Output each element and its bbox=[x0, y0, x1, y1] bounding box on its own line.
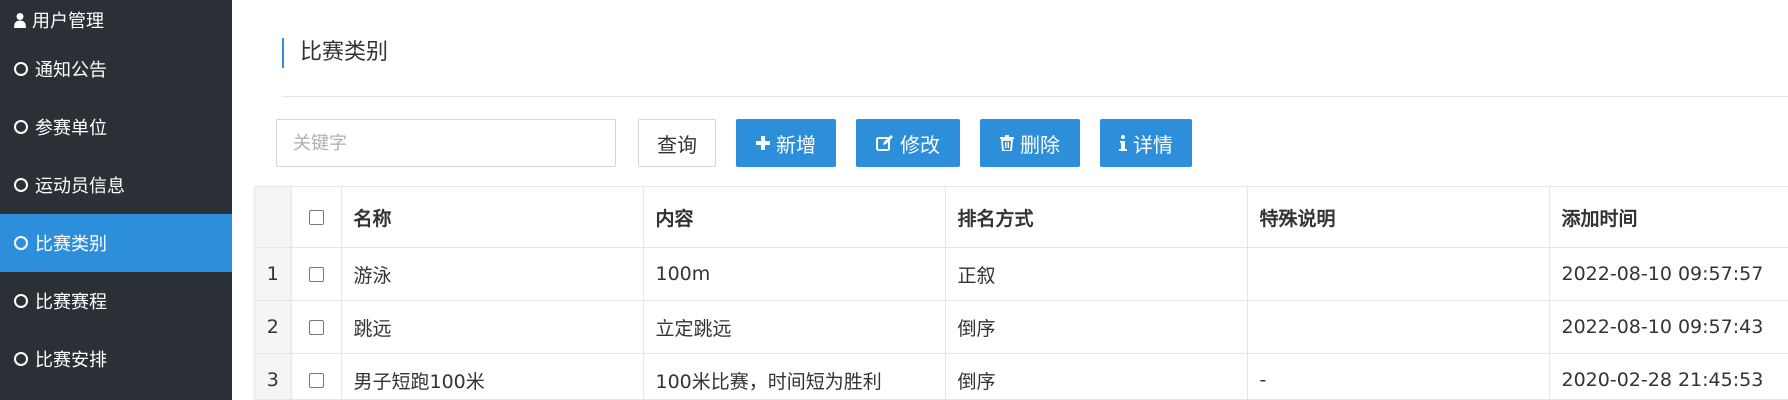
cell-name: 跳远 bbox=[341, 300, 644, 354]
detail-button-label: 详情 bbox=[1133, 132, 1173, 157]
sidebar-item-label: 运动员信息 bbox=[35, 176, 125, 197]
index-header bbox=[255, 187, 292, 248]
row-index: 3 bbox=[255, 353, 292, 399]
sidebar-item-label: 比赛安排 bbox=[35, 350, 107, 371]
edit-button[interactable]: 修改 bbox=[856, 119, 960, 167]
column-header-rank[interactable]: 排名方式 bbox=[945, 187, 1248, 248]
cell-time: 2022-08-10 09:57:57 bbox=[1549, 247, 1788, 301]
sidebar-item-label: 比赛赛程 bbox=[35, 292, 107, 313]
add-button[interactable]: 新增 bbox=[736, 119, 836, 167]
checkbox-icon bbox=[308, 320, 324, 335]
edit-button-label: 修改 bbox=[900, 132, 940, 157]
edit-icon bbox=[876, 135, 894, 151]
info-icon bbox=[1119, 135, 1127, 151]
cell-content: 100米比赛，时间短为胜利 bbox=[643, 353, 946, 399]
sidebar-item-categories[interactable]: 比赛类别 bbox=[0, 214, 232, 272]
circle-icon bbox=[14, 178, 28, 192]
circle-icon bbox=[14, 62, 28, 76]
cell-name: 游泳 bbox=[341, 247, 644, 301]
sidebar-item-user-management[interactable]: 用户管理 bbox=[0, 0, 232, 40]
cell-time: 2020-02-28 21:45:53 bbox=[1549, 353, 1788, 399]
cell-content: 立定跳远 bbox=[643, 300, 946, 354]
table-row[interactable]: 1 游泳 100m 正叙 2022-08-10 09:57:57 bbox=[255, 247, 1788, 301]
table-row[interactable]: 2 跳远 立定跳远 倒序 2022-08-10 09:57:43 bbox=[255, 300, 1788, 354]
column-header-note[interactable]: 特殊说明 bbox=[1247, 187, 1550, 248]
cell-rank: 正叙 bbox=[945, 247, 1248, 301]
select-all-checkbox[interactable] bbox=[291, 187, 342, 248]
main-content: 比赛类别 查询 新增 修改 删除 详情 bbox=[232, 0, 1788, 400]
sidebar-item-label: 通知公告 bbox=[35, 60, 107, 81]
search-button-label: 查询 bbox=[657, 132, 697, 157]
checkbox-icon bbox=[308, 210, 324, 225]
sidebar-item-notices[interactable]: 通知公告 bbox=[0, 40, 232, 98]
sidebar-item-label: 参赛单位 bbox=[35, 118, 107, 139]
search-input[interactable] bbox=[276, 119, 616, 167]
row-checkbox[interactable] bbox=[291, 300, 342, 354]
column-header-name[interactable]: 名称 bbox=[341, 187, 644, 248]
cell-rank: 倒序 bbox=[945, 300, 1248, 354]
sidebar: 用户管理 通知公告 参赛单位 运动员信息 比赛类别 比赛赛程 比赛安排 bbox=[0, 0, 232, 400]
sidebar-item-label: 用户管理 bbox=[32, 11, 104, 32]
cell-time: 2022-08-10 09:57:43 bbox=[1549, 300, 1788, 354]
row-index: 2 bbox=[255, 300, 292, 354]
sidebar-item-schedule[interactable]: 比赛赛程 bbox=[0, 272, 232, 330]
trash-icon bbox=[1000, 135, 1014, 151]
page-title: 比赛类别 bbox=[282, 38, 388, 68]
circle-icon bbox=[14, 294, 28, 308]
table-row[interactable]: 3 男子短跑100米 100米比赛，时间短为胜利 倒序 - 2020-02-28… bbox=[255, 353, 1788, 399]
delete-button-label: 删除 bbox=[1020, 132, 1060, 157]
circle-icon bbox=[14, 120, 28, 134]
sidebar-item-label: 比赛类别 bbox=[35, 234, 107, 255]
cell-name: 男子短跑100米 bbox=[341, 353, 644, 399]
cell-note bbox=[1247, 300, 1550, 354]
cell-note bbox=[1247, 247, 1550, 301]
data-table: 名称 内容 排名方式 特殊说明 添加时间 1 游泳 100m 正叙 2022-0… bbox=[254, 186, 1788, 400]
plus-icon bbox=[756, 136, 770, 150]
cell-content: 100m bbox=[643, 247, 946, 301]
detail-button[interactable]: 详情 bbox=[1100, 119, 1192, 167]
cell-rank: 倒序 bbox=[945, 353, 1248, 399]
sidebar-item-athletes[interactable]: 运动员信息 bbox=[0, 156, 232, 214]
row-index: 1 bbox=[255, 247, 292, 301]
add-button-label: 新增 bbox=[776, 132, 816, 157]
search-button[interactable]: 查询 bbox=[638, 119, 716, 167]
sidebar-item-units[interactable]: 参赛单位 bbox=[0, 98, 232, 156]
column-header-content[interactable]: 内容 bbox=[643, 187, 946, 248]
divider bbox=[282, 96, 1788, 97]
sidebar-item-arrangement[interactable]: 比赛安排 bbox=[0, 330, 232, 388]
column-header-time[interactable]: 添加时间 bbox=[1549, 187, 1788, 248]
user-icon bbox=[14, 12, 26, 28]
checkbox-icon bbox=[308, 267, 324, 282]
circle-icon bbox=[14, 352, 28, 366]
delete-button[interactable]: 删除 bbox=[980, 119, 1080, 167]
table-header-row: 名称 内容 排名方式 特殊说明 添加时间 bbox=[255, 187, 1788, 248]
row-checkbox[interactable] bbox=[291, 353, 342, 399]
row-checkbox[interactable] bbox=[291, 247, 342, 301]
cell-note: - bbox=[1247, 353, 1550, 399]
checkbox-icon bbox=[308, 373, 324, 388]
circle-icon bbox=[14, 236, 28, 250]
